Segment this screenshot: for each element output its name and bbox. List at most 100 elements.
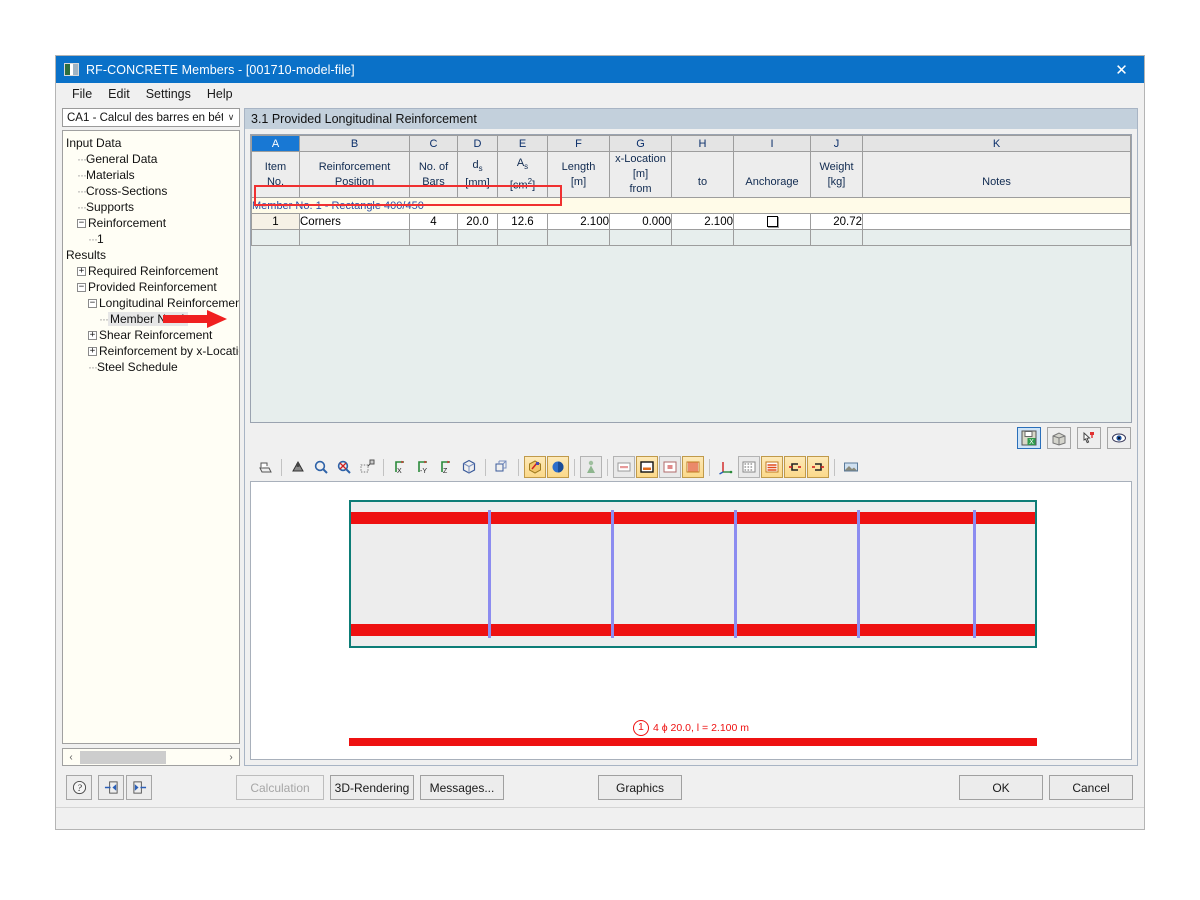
tree-node-1[interactable]: ···1 (66, 231, 239, 247)
render-model-icon[interactable] (287, 456, 309, 478)
view-bottom-icon[interactable] (636, 456, 658, 478)
column-header-A[interactable]: A (252, 136, 300, 152)
isometric-view-icon[interactable] (458, 456, 480, 478)
tree-toggle-icon[interactable]: − (77, 219, 86, 228)
next-button[interactable] (126, 775, 152, 800)
design-case-select[interactable]: CA1 - Calcul des barres en béto ∨ (62, 108, 240, 127)
navigation-hscrollbar[interactable]: ‹ › (62, 748, 240, 766)
table-empty-area (252, 230, 1131, 246)
cell-weight[interactable]: 20.72 (811, 214, 863, 230)
column-header-F[interactable]: F (548, 136, 610, 152)
menu-item-settings[interactable]: Settings (138, 85, 199, 103)
anchorage-checkbox[interactable] (767, 216, 778, 227)
view-front-icon[interactable] (613, 456, 635, 478)
tree-node-shear-reinforcement[interactable]: +Shear Reinforcement (66, 327, 239, 343)
column-header-H[interactable]: H (672, 136, 734, 152)
anchorage-right-icon[interactable] (807, 456, 829, 478)
view-z-icon[interactable]: Z (435, 456, 457, 478)
tree-toggle-icon[interactable]: − (77, 283, 86, 292)
cell-position[interactable]: Corners (300, 214, 410, 230)
tree-toggle-icon[interactable]: + (77, 267, 86, 276)
visibility-button[interactable] (1107, 427, 1131, 449)
rendering-button[interactable]: 3D-Rendering (330, 775, 414, 800)
tree-node-reinforcement[interactable]: −Reinforcement (66, 215, 239, 231)
graphics-view[interactable]: 14 ϕ 20.0, l = 2.100 m (250, 481, 1132, 760)
table-action-buttons: X (1017, 427, 1131, 449)
view-stirrups-icon[interactable] (682, 456, 704, 478)
close-icon[interactable]: ✕ (1099, 56, 1144, 83)
column-header-C[interactable]: C (410, 136, 458, 152)
dimension-lines-icon[interactable] (738, 456, 760, 478)
view-center-icon[interactable] (659, 456, 681, 478)
print-icon[interactable] (254, 456, 276, 478)
menu-item-help[interactable]: Help (199, 85, 241, 103)
cell-item_no[interactable]: 1 (252, 214, 300, 230)
column-header-K[interactable]: K (863, 136, 1131, 152)
cell-x_to[interactable]: 2.100 (672, 214, 734, 230)
results-table[interactable]: ABCDEFGHIJKItemNo.ReinforcementPositionN… (250, 134, 1132, 423)
cell-as[interactable]: 12.6 (498, 214, 548, 230)
graphics-toolbar[interactable]: X-YZ (250, 454, 1132, 480)
cell-no_of_bars[interactable]: 4 (410, 214, 458, 230)
view-y-icon[interactable]: -Y (412, 456, 434, 478)
scrollbar-thumb[interactable] (80, 751, 166, 764)
navigation-tree[interactable]: Input Data···General Data···Materials···… (62, 130, 240, 744)
tree-toggle-icon[interactable]: + (88, 347, 97, 356)
select-pin-button[interactable] (1077, 427, 1101, 449)
cell-x_from[interactable]: 0.000 (610, 214, 672, 230)
tree-node-label: Required Reinforcement (88, 264, 218, 278)
help-button[interactable]: ? (66, 775, 92, 800)
print-box-button[interactable] (1047, 427, 1071, 449)
column-header-G[interactable]: G (610, 136, 672, 152)
tree-toggle-icon[interactable]: + (88, 331, 97, 340)
tree-node-reinforcement-by-x-locatio[interactable]: +Reinforcement by x-Locatio (66, 343, 239, 359)
cell-notes[interactable] (863, 214, 1131, 230)
cell-anchorage[interactable] (734, 214, 811, 230)
messages-button[interactable]: Messages... (420, 775, 504, 800)
tree-node-materials[interactable]: ···Materials (66, 167, 239, 183)
column-header-E[interactable]: E (498, 136, 548, 152)
column-header-B[interactable]: B (300, 136, 410, 152)
tree-node-longitudinal-reinforcement[interactable]: −Longitudinal Reinforcement (66, 295, 239, 311)
zoom-out-icon[interactable] (333, 456, 355, 478)
perspective-icon[interactable] (491, 456, 513, 478)
menu-item-file[interactable]: File (64, 85, 100, 103)
column-header-J[interactable]: J (811, 136, 863, 152)
background-image-icon[interactable] (840, 456, 862, 478)
menu-item-edit[interactable]: Edit (100, 85, 138, 103)
column-header-I[interactable]: I (734, 136, 811, 152)
calculation-button[interactable]: Calculation (236, 775, 324, 800)
cell-ds[interactable]: 20.0 (458, 214, 498, 230)
reinforcement-layers-icon[interactable] (761, 456, 783, 478)
tree-node-label: Longitudinal Reinforcement (99, 296, 240, 310)
bottom-reinforcement-bar (351, 624, 1035, 636)
rotate-view-icon[interactable] (547, 456, 569, 478)
zoom-region-icon[interactable] (356, 456, 378, 478)
tree-node-required-reinforcement[interactable]: +Required Reinforcement (66, 263, 239, 279)
view-x-icon[interactable]: X (389, 456, 411, 478)
cell-length[interactable]: 2.100 (548, 214, 610, 230)
column-header-D[interactable]: D (458, 136, 498, 152)
zoom-icon[interactable] (310, 456, 332, 478)
column-title-J: Weight[kg] (811, 152, 863, 198)
graphics-button[interactable]: Graphics (598, 775, 682, 800)
tree-node-cross-sections[interactable]: ···Cross-Sections (66, 183, 239, 199)
axes-icon[interactable] (715, 456, 737, 478)
edit-section-icon[interactable] (524, 456, 546, 478)
scroll-left-icon[interactable]: ‹ (63, 752, 79, 763)
tree-node-results[interactable]: Results (66, 247, 239, 263)
person-scale-icon[interactable] (580, 456, 602, 478)
tree-toggle-icon[interactable]: − (88, 299, 97, 308)
previous-button[interactable] (98, 775, 124, 800)
ok-button[interactable]: OK (959, 775, 1043, 800)
tree-node-supports[interactable]: ···Supports (66, 199, 239, 215)
tree-node-steel-schedule[interactable]: ···Steel Schedule (66, 359, 239, 375)
tree-node-input-data[interactable]: Input Data (66, 135, 239, 151)
anchorage-left-icon[interactable] (784, 456, 806, 478)
tree-node-provided-reinforcement[interactable]: −Provided Reinforcement (66, 279, 239, 295)
table-row[interactable]: 1Corners420.012.62.1000.0002.10020.72 (252, 214, 1131, 230)
cancel-button[interactable]: Cancel (1049, 775, 1133, 800)
export-to-excel-button[interactable]: X (1017, 427, 1041, 449)
scroll-right-icon[interactable]: › (223, 752, 239, 763)
tree-node-general-data[interactable]: ···General Data (66, 151, 239, 167)
